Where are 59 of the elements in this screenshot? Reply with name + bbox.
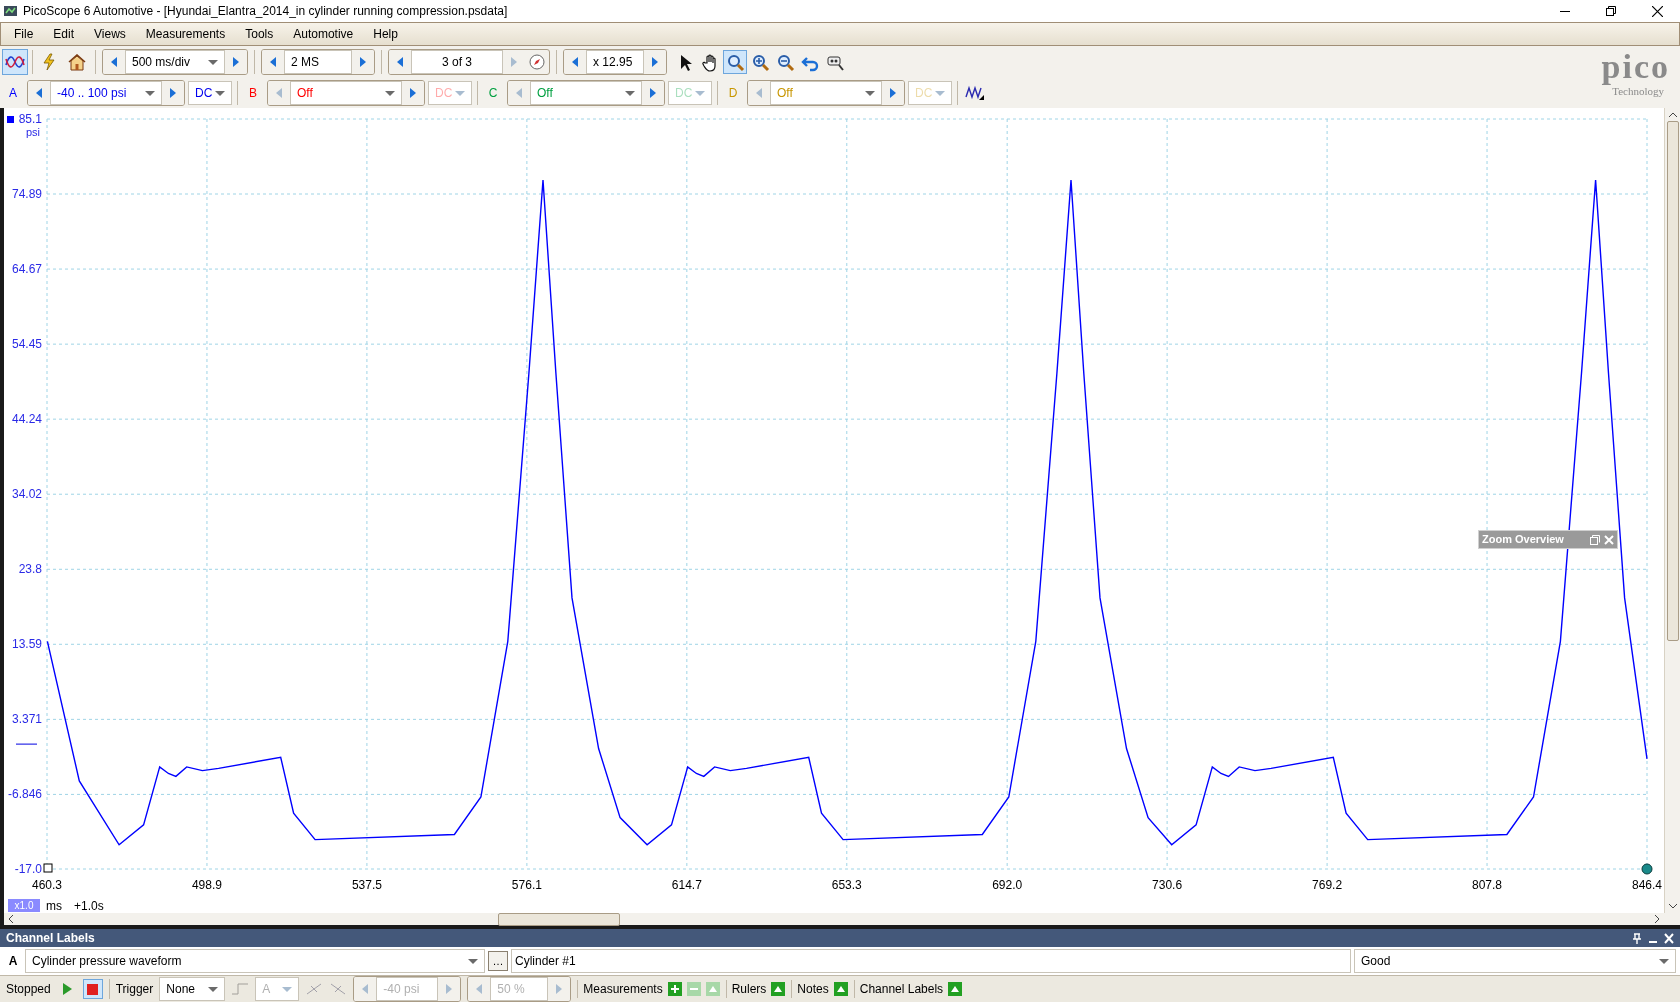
channel-name-field[interactable]: Cylinder #1 [511,949,1351,973]
range-dropdown[interactable]: Off [290,81,402,105]
x-axis-label: 692.0 [992,878,1023,892]
y-axis-label: -17.0 [14,862,42,876]
panel-title: Channel Labels [6,930,95,947]
y-axis-label: 23.8 [18,562,42,577]
y-axis-unit: psi [25,126,40,138]
menu-item[interactable]: Edit [44,25,84,43]
x-axis-label: 807.8 [1472,878,1503,892]
panel-label: Measurements [583,981,663,998]
x-axis-label: 460.3 [32,878,62,892]
panel-title: Zoom Overview [1482,532,1564,548]
panel-label: Notes [797,981,829,998]
time-offset: +1.0s [74,897,104,915]
menu-item[interactable]: Help [364,25,407,43]
menu-item[interactable]: Tools [236,25,283,43]
window-title: PicoScope 6 Automotive - [Hyundai_Elantra_2014_in cylinder running compression.psdata] [23,3,508,20]
y-axis-label: 64.67 [11,262,42,277]
buffer-field[interactable]: 3 of 3 [411,50,503,74]
x-axis-label: 730.6 [1152,878,1183,892]
x-axis-label: 576.1 [511,878,542,892]
zoom-field[interactable]: x 12.95 [586,50,644,74]
menu-item[interactable]: File [5,25,43,43]
status-dropdown[interactable]: Good [1354,949,1676,973]
y-axis-label: 3.371 [11,712,42,727]
x-axis-label: 653.3 [831,878,862,892]
panel-label: Rulers [731,981,767,998]
x-axis-label: 614.7 [671,878,702,892]
logo-text: pico [1601,50,1670,84]
menu-item[interactable]: Automotive [284,25,363,43]
y-axis-label: 34.02 [11,487,42,502]
trigger-mode-dropdown[interactable]: None [159,977,226,1001]
status-text: Stopped [6,981,51,998]
y-axis-label: 44.24 [11,412,42,427]
channel-button[interactable]: A [2,81,24,105]
y-axis-label: 74.89 [11,187,42,201]
channel-button[interactable]: B [242,81,264,105]
coupling-dropdown[interactable]: DC [188,81,232,105]
y-axis-label: 54.45 [11,337,42,352]
timebase-dropdown[interactable]: 500 ms/div [125,50,225,74]
trigger-label: Trigger [115,981,154,998]
menu-item[interactable]: Views [85,25,135,43]
more-button[interactable]: … [488,951,508,971]
y-axis-label: 13.59 [11,637,42,652]
range-dropdown[interactable]: Off [530,81,642,105]
range-dropdown[interactable]: -40 .. 100 psi [50,81,162,105]
logo-tagline: Technology [1612,86,1664,97]
panel-label: Channel Labels [859,981,944,998]
label-dropdown[interactable]: Cylinder pressure waveform [25,949,485,973]
channel-letter: A [7,953,19,970]
samples-dropdown[interactable]: 2 MS [284,50,352,74]
x-axis-label: 537.5 [351,878,382,892]
y-axis-label: 85.1 [18,112,42,126]
x-axis-unit: ms [46,897,62,915]
x-axis-label: 498.9 [191,878,222,892]
x-axis-label: 769.2 [1312,878,1343,892]
x-axis-label: 846.4 [1632,878,1662,892]
y-axis-label: -6.846 [7,787,42,802]
menu-item[interactable]: Measurements [136,25,235,43]
